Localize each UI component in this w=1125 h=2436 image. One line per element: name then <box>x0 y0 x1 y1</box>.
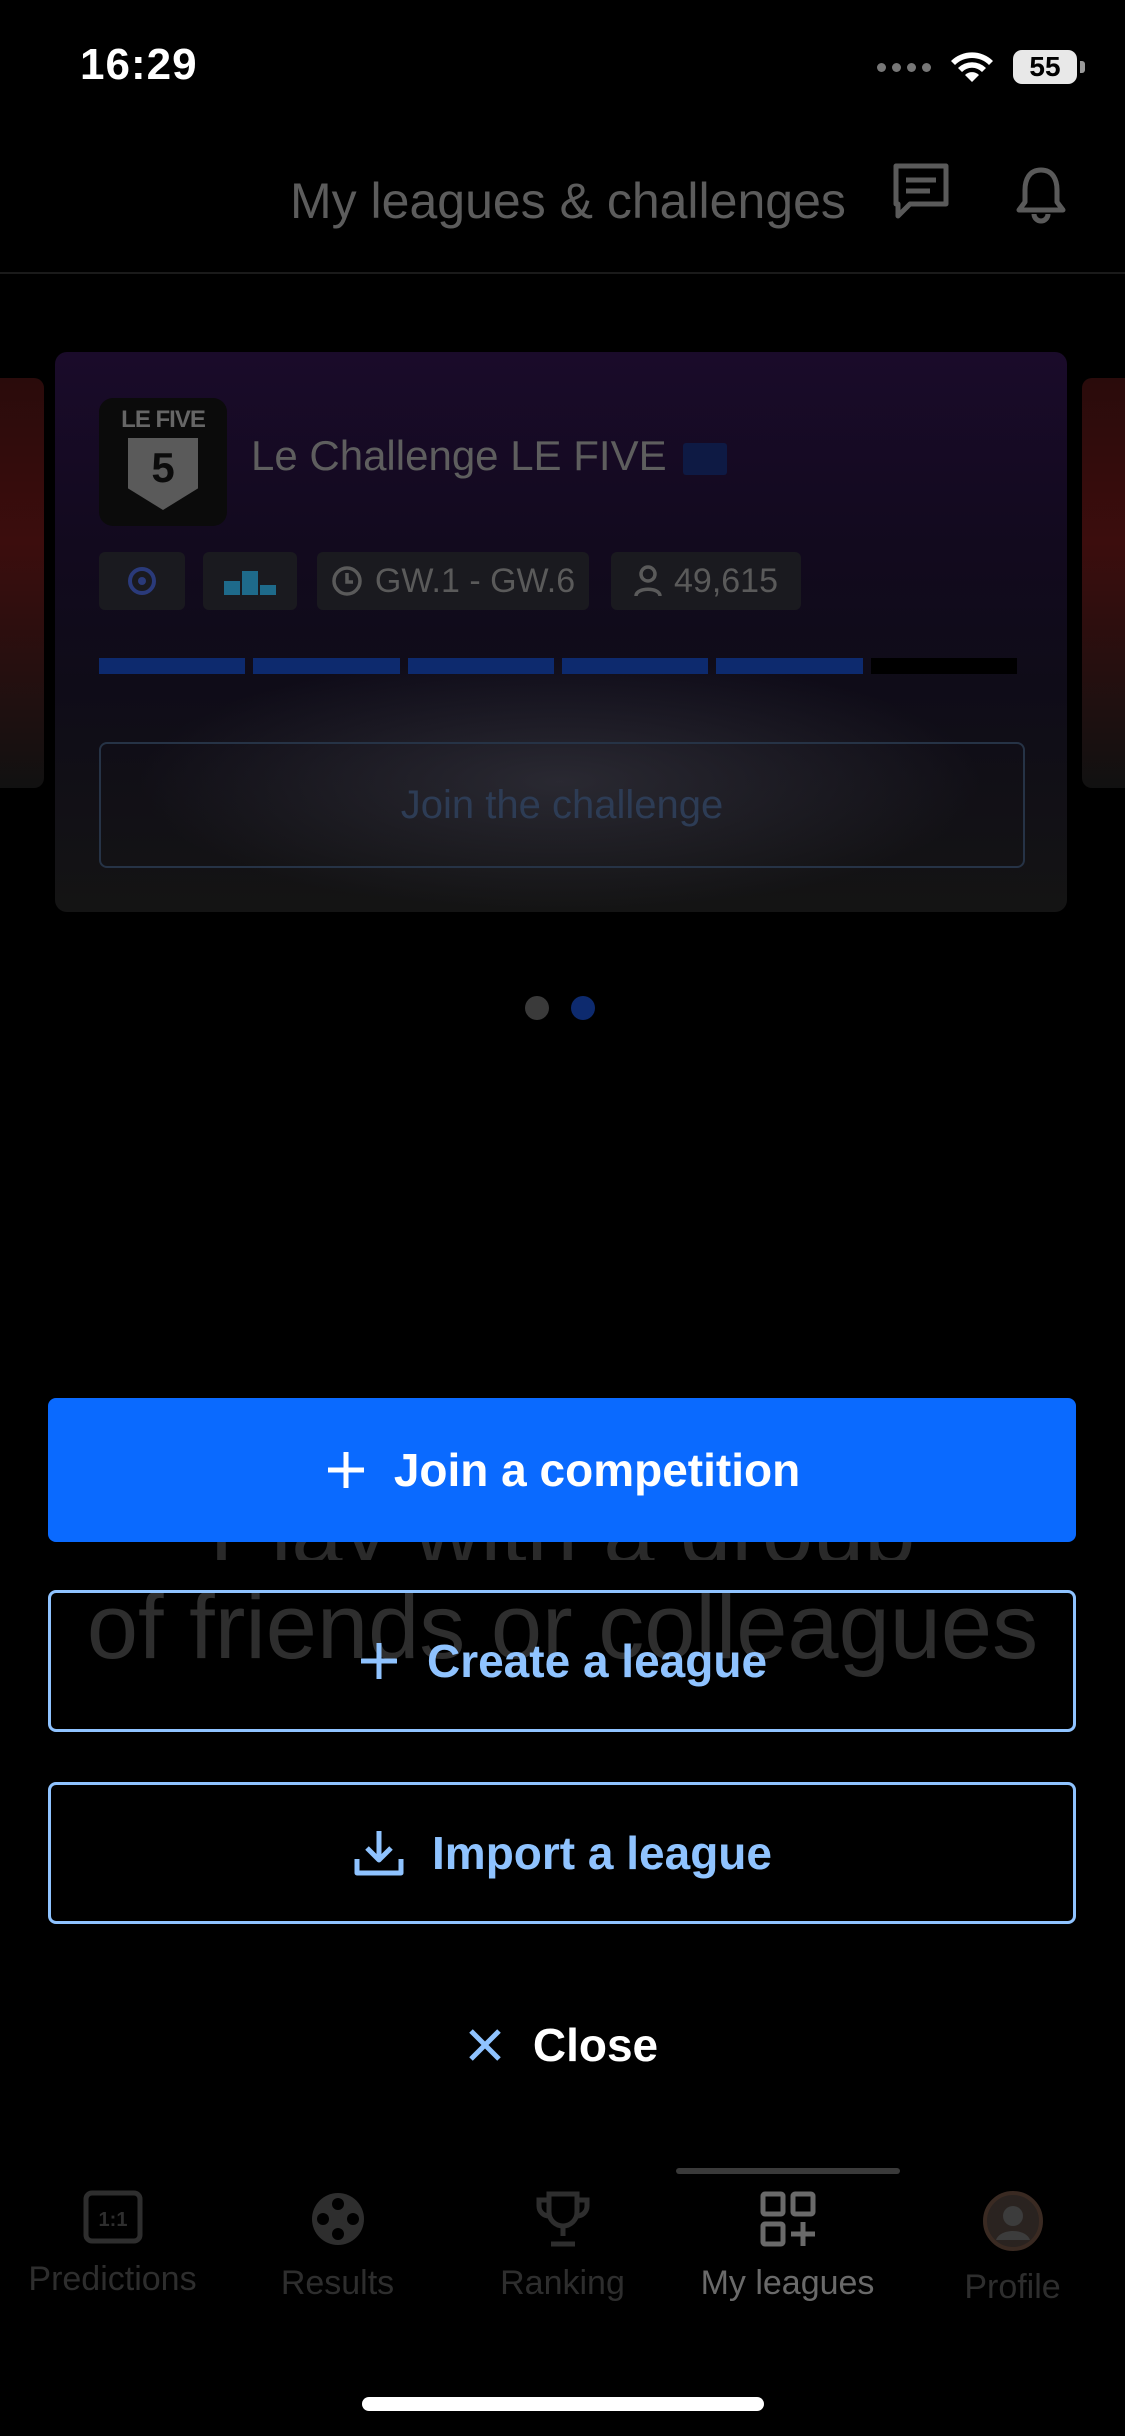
challenge-logo: LE FIVE 5 <box>99 398 227 526</box>
join-competition-button[interactable]: Join a competition <box>48 1398 1076 1542</box>
battery-icon: 55 <box>1013 50 1085 84</box>
create-league-button[interactable]: Create a league <box>48 1590 1076 1732</box>
next-card-peek[interactable] <box>1082 378 1125 788</box>
close-button[interactable]: Close <box>0 2010 1125 2080</box>
gameweek-chip: GW.1 - GW.6 <box>317 552 589 610</box>
tab-bar: 1:1 Predictions Results Ranking My leagu… <box>0 2160 1125 2320</box>
challenge-title-text: Le Challenge LE FIVE <box>251 432 667 479</box>
clock-icon <box>332 566 362 596</box>
tab-label: Ranking <box>500 2264 625 2302</box>
tab-label: My leagues <box>700 2264 875 2302</box>
progress-segment <box>99 658 246 674</box>
wifi-icon <box>951 52 993 82</box>
carousel-dots[interactable] <box>525 996 595 1020</box>
home-indicator[interactable] <box>362 2397 764 2411</box>
person-icon <box>634 565 662 597</box>
participant-count: 49,615 <box>674 561 778 600</box>
cellular-signal-icon <box>877 62 931 72</box>
carousel-dot[interactable] <box>525 996 549 1020</box>
tab-profile[interactable]: Profile <box>900 2190 1125 2307</box>
app-header: My leagues & challenges <box>0 120 1125 274</box>
scoreboard-icon: 1:1 <box>83 2190 142 2244</box>
tab-ranking[interactable]: Ranking <box>450 2190 675 2303</box>
challenge-title: Le Challenge LE FIVE <box>251 432 727 480</box>
podium-chip <box>203 552 297 610</box>
tab-my-leagues[interactable]: My leagues <box>675 2190 900 2303</box>
progress-segment <box>716 658 863 674</box>
tab-label: Predictions <box>28 2260 197 2298</box>
status-icons: 55 <box>877 50 1085 84</box>
progress-segment <box>253 658 400 674</box>
progress-segment <box>561 658 709 674</box>
avatar <box>982 2191 1043 2251</box>
podium-icon <box>224 571 276 595</box>
trophy-icon <box>536 2191 589 2247</box>
gameweek-range: GW.1 - GW.6 <box>374 561 576 600</box>
svg-text:1:1: 1:1 <box>98 2209 127 2231</box>
close-label: Close <box>532 2019 659 2071</box>
logo-number: 5 <box>128 438 198 510</box>
gameweek-progress-bar <box>99 658 1017 674</box>
status-time: 16:29 <box>80 40 198 89</box>
tab-label: Profile <box>964 2268 1061 2306</box>
carousel-dot[interactable] <box>571 996 595 1020</box>
download-icon <box>354 1831 404 1876</box>
film-reel-icon <box>311 2193 364 2245</box>
challenge-card[interactable]: LE FIVE 5 Le Challenge LE FIVE GW.1 - GW… <box>55 352 1067 912</box>
chat-icon[interactable] <box>890 160 952 222</box>
logo-text: LE FIVE <box>121 406 206 433</box>
active-tab-indicator <box>676 2168 900 2174</box>
create-league-label: Create a league <box>426 1635 768 1687</box>
bell-icon[interactable] <box>1012 164 1070 224</box>
progress-segment <box>870 658 1017 674</box>
join-competition-label: Join a competition <box>393 1444 801 1496</box>
champions-league-icon <box>128 567 156 595</box>
page-title: My leagues & challenges <box>290 173 846 229</box>
tab-label: Results <box>280 2264 395 2302</box>
eu-flag-icon <box>682 442 727 475</box>
participants-chip: 49,615 <box>611 552 801 610</box>
plus-icon <box>360 1643 397 1679</box>
competition-chip <box>99 552 185 610</box>
import-league-button[interactable]: Import a league <box>48 1782 1076 1924</box>
progress-segment <box>407 658 554 674</box>
tab-predictions[interactable]: 1:1 Predictions <box>0 2190 225 2299</box>
import-league-label: Import a league <box>432 1827 772 1879</box>
previous-card-peek[interactable] <box>0 378 44 788</box>
join-challenge-button[interactable]: Join the challenge <box>99 742 1025 868</box>
plus-icon <box>327 1452 364 1488</box>
grid-plus-icon <box>760 2191 815 2247</box>
close-icon <box>469 2029 501 2061</box>
tab-results[interactable]: Results <box>225 2190 450 2303</box>
